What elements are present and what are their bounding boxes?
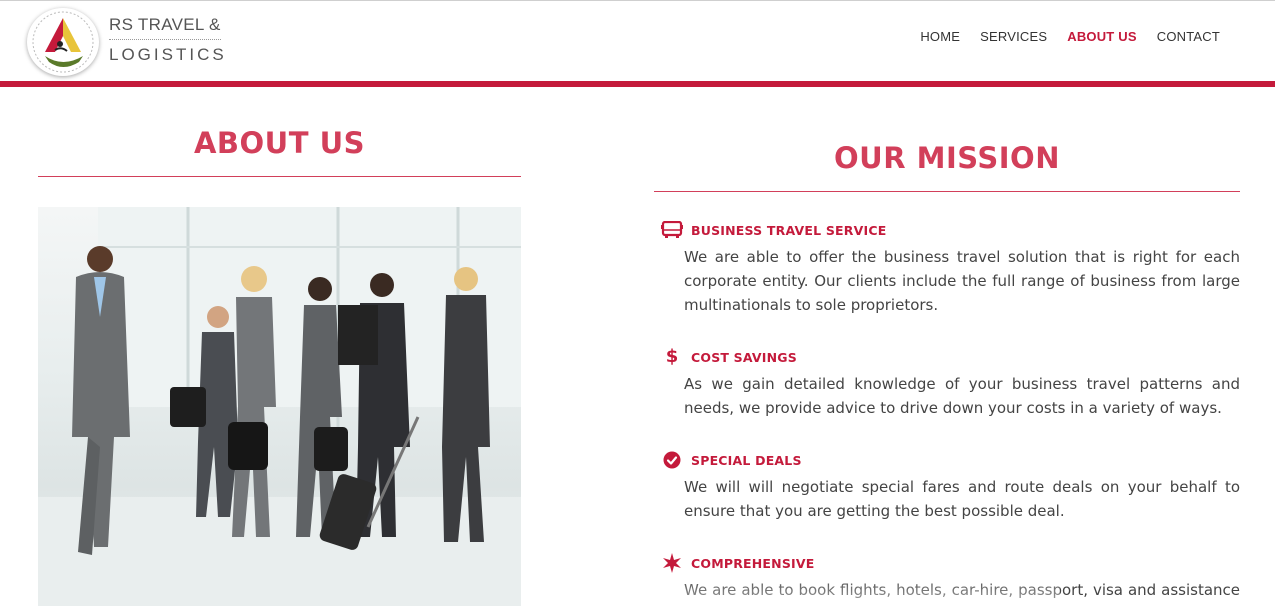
feature-text: We will will negotiate special fares and… bbox=[684, 478, 1240, 520]
feature-title: COMPREHENSIVE bbox=[691, 555, 815, 571]
feature-cost-savings: $ COST SAVINGS As we gain detailed knowl… bbox=[660, 346, 1240, 420]
feature-title: COST SAVINGS bbox=[691, 349, 797, 365]
mission-divider bbox=[654, 191, 1240, 192]
business-travelers-photo bbox=[38, 207, 521, 606]
bus-icon bbox=[660, 219, 684, 241]
dollar-icon: $ bbox=[665, 346, 679, 367]
travelers-illustration bbox=[38, 207, 521, 606]
feature-title: BUSINESS TRAVEL SERVICE bbox=[691, 222, 887, 238]
site-header: RS TRAVEL & LOGISTICS HOME SERVICES ABOU… bbox=[0, 0, 1275, 87]
brand-name: RS TRAVEL & LOGISTICS bbox=[109, 15, 227, 65]
feature-business-travel: BUSINESS TRAVEL SERVICE We are able to o… bbox=[660, 219, 1240, 317]
brand-line-2: LOGISTICS bbox=[109, 45, 227, 64]
nav-about-us[interactable]: ABOUT US bbox=[1057, 29, 1147, 44]
feature-text: As we gain detailed knowledge of your bu… bbox=[684, 375, 1240, 417]
about-title: ABOUT US bbox=[193, 126, 366, 160]
feature-title: SPECIAL DEALS bbox=[691, 452, 802, 468]
feature-text: We are able to offer the business travel… bbox=[684, 248, 1240, 314]
brand-line-1: RS TRAVEL & bbox=[109, 15, 221, 40]
star-burst-icon bbox=[660, 552, 684, 574]
header-accent-bar bbox=[0, 81, 1275, 87]
about-divider bbox=[38, 176, 521, 177]
mission-title: OUR MISSION bbox=[834, 141, 1060, 175]
main-nav: HOME SERVICES ABOUT US CONTACT bbox=[910, 29, 1230, 44]
check-circle-icon bbox=[660, 449, 684, 471]
nav-services[interactable]: SERVICES bbox=[970, 29, 1057, 44]
nav-contact[interactable]: CONTACT bbox=[1147, 29, 1230, 44]
logo-emblem-icon bbox=[32, 11, 94, 73]
logo[interactable] bbox=[27, 8, 99, 76]
feature-special-deals: SPECIAL DEALS We will will negotiate spe… bbox=[660, 449, 1240, 523]
feature-text: We are able to book flights, hotels, car… bbox=[684, 581, 1240, 606]
feature-comprehensive: COMPREHENSIVE We are able to book flight… bbox=[660, 552, 1240, 606]
nav-home[interactable]: HOME bbox=[910, 29, 970, 44]
